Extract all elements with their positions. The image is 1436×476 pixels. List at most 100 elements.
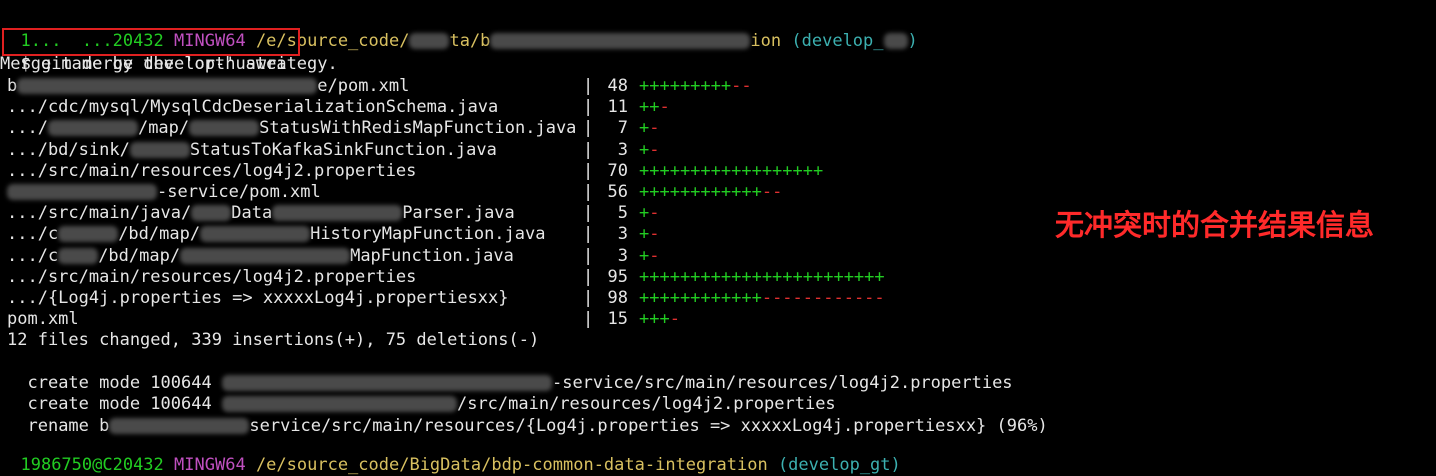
change-graph: ++++++++++++--	[639, 181, 782, 203]
prompt-path-tail: ta/b	[449, 31, 491, 51]
insertions-bar: +	[639, 118, 650, 139]
change-graph: +-	[639, 223, 660, 245]
change-count: 48	[607, 76, 628, 96]
create-mode-line-1: create mode 100644 -service/src/main/res…	[7, 350, 1012, 393]
change-count: 3	[617, 245, 628, 266]
command-highlight-box	[2, 28, 300, 56]
deletions-bar: -	[649, 118, 660, 139]
file-path: .../cdc/mysql/MysqlCdcDeserializationSch…	[7, 97, 499, 118]
diffstat-file: b e/pom.xml	[7, 75, 409, 97]
redacted-block	[17, 78, 318, 94]
diffstat-separator: |	[583, 224, 594, 245]
diffstat-file: -service/pom.xml	[7, 181, 321, 203]
insertions-bar: +	[639, 224, 650, 245]
diffstat-file: .../{Log4j.properties => xxxxxLog4j.prop…	[7, 287, 509, 309]
redacted-block	[58, 226, 119, 243]
merge-message: Merge made by the 'ort' strategy.	[0, 54, 338, 74]
file-path: .../bd/sink/	[7, 139, 130, 160]
insertions-bar: +	[639, 139, 650, 160]
insertions-bar: +	[639, 245, 650, 266]
file-path-tail: e/pom.xml	[317, 76, 410, 96]
redacted-block	[129, 141, 190, 158]
deletions-bar: -	[649, 224, 660, 245]
prompt-branch: (develop_gt)	[777, 455, 901, 475]
change-graph: +-	[639, 245, 660, 267]
diffstat-row: .../c/bd/map/HistoryMapFunction.java | 3 +-	[0, 223, 1000, 245]
diffstat-row: .../src/main/resources/log4j2.properties…	[0, 160, 1000, 182]
diffstat-separator: |	[583, 139, 594, 160]
change-count: 3	[617, 139, 628, 160]
diffstat-row: b e/pom.xml | 48 +++++++++--	[0, 75, 1000, 97]
redacted-block	[883, 33, 908, 49]
change-count: 3	[617, 224, 628, 245]
redacted-block	[47, 120, 138, 137]
diffstat-separator: |	[583, 76, 594, 96]
file-path-mid: /map/	[137, 118, 190, 139]
change-count: 5	[617, 203, 628, 224]
change-graph: ++++++++++++------------	[639, 287, 885, 309]
deletions-bar: -	[649, 203, 660, 224]
file-path: .../src/main/java/	[7, 203, 192, 224]
deletions-bar: -	[669, 309, 680, 330]
insertions-bar: +	[639, 203, 650, 224]
insertions-bar: ++++++++++++++++++++++++	[639, 266, 885, 287]
diffstat-file: .../c/bd/map/HistoryMapFunction.java	[7, 223, 545, 245]
prompt-branch-end: )	[907, 31, 918, 51]
diffstat-separator: |	[583, 203, 594, 224]
redacted-block	[189, 120, 260, 137]
redacted-block	[7, 184, 157, 200]
change-graph: ++++++++++++++++++	[639, 160, 823, 182]
prompt-path-end: ion	[750, 31, 782, 51]
diffstat-row: .../src/main/java/Data Parser.java | 5 +-	[0, 202, 1000, 224]
rename-line: rename b service/src/main/resources/{Log4…	[7, 393, 1047, 436]
file-path-tail: StatusWithRedisMapFunction.java	[259, 118, 577, 139]
file-path: .../c	[7, 245, 59, 266]
diffstat-row: .../bd/sink/StatusToKafkaSinkFunction.ja…	[0, 139, 1000, 161]
create-mode-line-2: create mode 100644 /src/main/resources/l…	[7, 371, 835, 414]
change-count: 98	[607, 288, 628, 308]
change-graph: +++++++++--	[639, 75, 752, 97]
diffstat-row: -service/pom.xml | 56 ++++++++++++--	[0, 181, 1000, 203]
insertions-bar: ++++++++++++	[639, 288, 762, 308]
diffstat-separator: |	[583, 266, 594, 287]
redacted-block	[490, 33, 751, 49]
deletions-bar: -	[649, 245, 660, 266]
deletions-bar: ------------	[761, 288, 885, 308]
file-path: pom.xml	[7, 309, 79, 330]
diffstat-row: .../src/main/resources/log4j2.properties…	[0, 266, 1000, 288]
change-graph: ++++++++++++++++++++++++	[639, 266, 885, 288]
diffstat-separator: |	[583, 97, 594, 118]
insertions-bar: +++++++++	[639, 76, 732, 96]
change-count: 56	[607, 182, 628, 202]
prompt-path: /e/source_code/BigData/bdp-common-data-i…	[255, 455, 768, 475]
redacted-block	[191, 205, 232, 222]
redacted-block	[200, 226, 311, 243]
change-graph: +-	[639, 117, 660, 139]
diffstat-row: .../ /map/StatusWithRedisMapFunction.java…	[0, 117, 1000, 139]
file-path-tail: StatusToKafkaSinkFunction.java	[189, 139, 497, 160]
file-path: .../c	[7, 224, 59, 245]
diffstat-file: pom.xml	[7, 308, 79, 330]
file-path-mid: /bd/map/	[118, 224, 201, 245]
insertions-bar: ++++++++++++	[639, 182, 762, 202]
file-path-tail: HistoryMapFunction.java	[310, 224, 546, 245]
change-graph: +-	[639, 202, 660, 224]
diffstat-row: pom.xml | 15 +++-	[0, 308, 1000, 330]
diffstat-separator: |	[583, 182, 594, 202]
file-path: .../{Log4j.properties => xxxxxLog4j.prop…	[7, 288, 509, 308]
file-path: .../	[7, 118, 48, 139]
insertions-bar: +++	[639, 309, 670, 330]
diffstat-row: .../c/bd/map/MapFunction.java | 3 +-	[0, 245, 1000, 267]
prompt-line-bottom: 1986750@C20432 MINGW64 /e/source_code/Bi…	[0, 432, 900, 475]
diffstat-file: .../src/main/java/Data Parser.java	[7, 202, 515, 224]
file-path-tail: -service/pom.xml	[157, 182, 321, 202]
change-graph: +-	[639, 139, 660, 161]
change-count: 70	[607, 160, 628, 181]
redacted-block	[409, 33, 450, 49]
deletions-bar: -	[659, 97, 670, 118]
insertions-bar: ++++++++++++++++++	[639, 160, 824, 181]
file-path: .../src/main/resources/log4j2.properties	[7, 160, 417, 181]
file-path-mid: Data	[231, 203, 273, 224]
diffstat-row: .../{Log4j.properties => xxxxxLog4j.prop…	[0, 287, 1000, 309]
diffstat-separator: |	[583, 160, 594, 181]
